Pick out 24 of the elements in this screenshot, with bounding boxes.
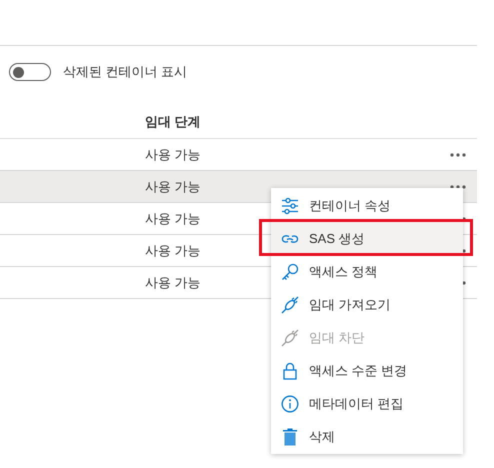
menu-item[interactable]: 삭제: [271, 420, 463, 453]
table-cell-text: 사용 가능: [145, 178, 202, 196]
table-cell-text: 사용 가능: [145, 146, 202, 164]
plug-icon: [281, 328, 299, 346]
trash-icon: [281, 428, 299, 446]
menu-item[interactable]: 액세스 수준 변경: [271, 354, 463, 387]
info-icon: [281, 394, 299, 412]
table-cell-text: 사용 가능: [145, 242, 202, 260]
menu-item[interactable]: 임대 가져오기: [271, 288, 463, 321]
more-icon[interactable]: [450, 152, 466, 156]
toggle-switch[interactable]: [9, 63, 51, 81]
sliders-icon: [281, 196, 299, 214]
menu-item[interactable]: 메타데이터 편집: [271, 387, 463, 420]
lock-icon: [281, 362, 299, 380]
table-cell-text: 사용 가능: [145, 274, 202, 292]
column-header[interactable]: 임대 단계: [145, 113, 201, 131]
table-cell-text: 사용 가능: [145, 210, 202, 228]
menu-item: 임대 차단: [271, 321, 463, 354]
plug-icon: [281, 296, 299, 314]
more-icon[interactable]: [450, 184, 466, 188]
key-icon: [281, 262, 299, 280]
menu-item[interactable]: 액세스 정책: [271, 255, 463, 288]
menu-item[interactable]: SAS 생성: [271, 222, 463, 255]
toggle-label: 삭제된 컨테이너 표시: [63, 63, 188, 81]
